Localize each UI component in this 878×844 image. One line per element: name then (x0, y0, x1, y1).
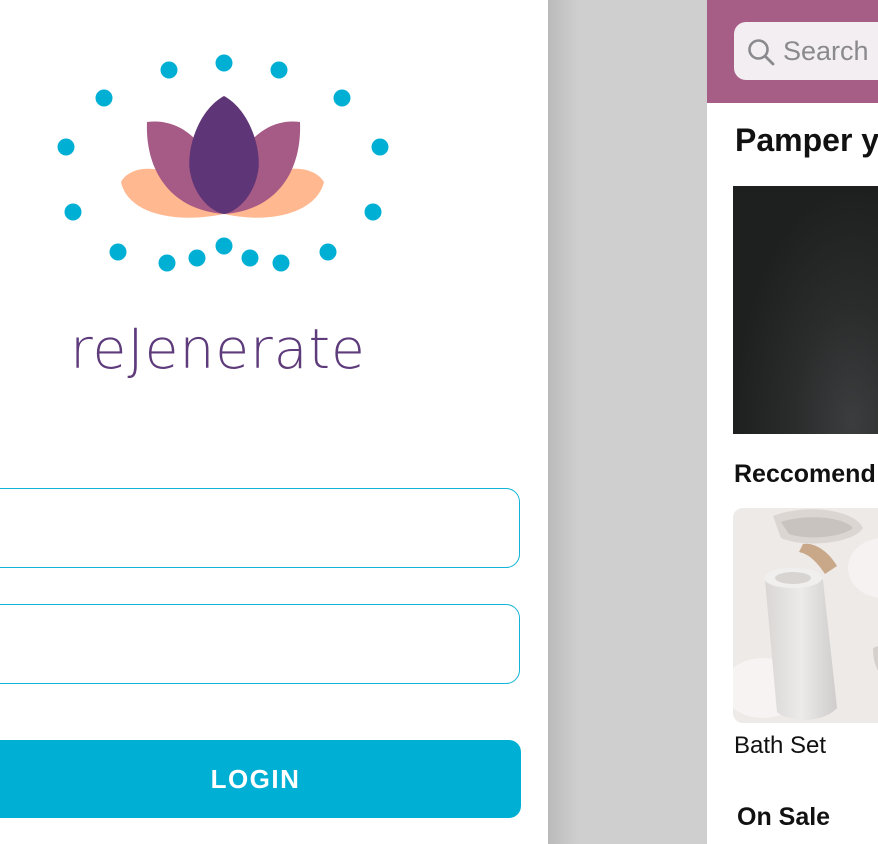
login-button[interactable]: LOGIN (0, 740, 521, 818)
screen-divider-shadow (548, 0, 578, 844)
shop-header: Search (707, 0, 878, 103)
bath-set-photo (733, 508, 878, 723)
login-screen: reJenerate LOGIN (0, 0, 548, 844)
lotus-logo-icon (57, 54, 389, 272)
search-bar[interactable]: Search (734, 22, 878, 80)
password-input[interactable] (0, 605, 491, 683)
hero-banner-image[interactable] (733, 186, 878, 434)
product-card[interactable]: Bath Set (733, 508, 878, 768)
search-placeholder: Search (783, 36, 869, 66)
magnifier-icon (748, 39, 775, 66)
password-field[interactable] (0, 604, 520, 684)
on-sale-heading: On Sale (737, 803, 831, 831)
recommended-heading: Reccomend (734, 460, 876, 488)
email-field[interactable] (0, 488, 520, 568)
email-input[interactable] (0, 489, 491, 567)
shop-title: Pamper y (735, 122, 878, 158)
product-name: Bath Set (734, 732, 827, 759)
shop-screen: Search Pamper y Reccomend Bath Set On Sa… (707, 0, 878, 844)
brand-name: reJenerate (70, 317, 366, 381)
product-image[interactable] (733, 508, 878, 723)
